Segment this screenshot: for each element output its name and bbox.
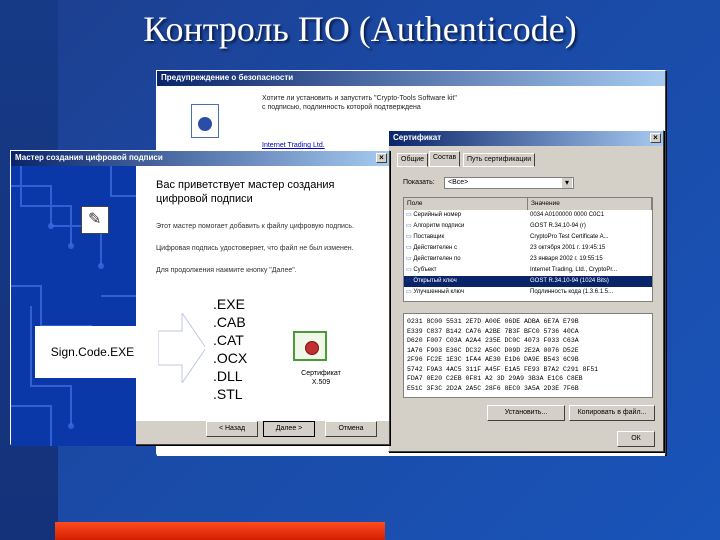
- table-row[interactable]: Алгоритм подписиGOST R.34.10-94 (r): [404, 221, 652, 232]
- certificate-label-line1: Сертификат: [301, 370, 341, 377]
- certificate-label: Сертификат X.509: [281, 369, 361, 387]
- table-row[interactable]: Действителен по23 января 2002 г. 19:55:1…: [404, 254, 652, 265]
- row-field: Серийный номер: [404, 210, 528, 221]
- file-type-item: .CAB: [213, 314, 246, 330]
- file-type-item: .DLL: [213, 368, 243, 384]
- certificate-icon: [293, 331, 327, 361]
- ok-button[interactable]: ОК: [617, 431, 655, 447]
- hex-line: FDA7 0E20 C2EB 0F81 A2 3D 29A9 3B3A E1C6…: [407, 375, 583, 382]
- hex-line: 1A76 F903 E36C DC32 A50C D09D 2E2A 0076 …: [407, 346, 579, 354]
- hex-line: E339 C837 B142 CA76 A2BE 7B3F BFC0 5736 …: [407, 327, 579, 335]
- row-value: Internet Trading, Ltd., CryptoPr...: [530, 267, 618, 273]
- hex-line: 0231 8C00 5531 2E7D A00E 06DE ADBA 6E7A …: [407, 318, 579, 325]
- row-value: GOST R.34.10-94 (1024 Bits): [530, 278, 609, 284]
- wizard-window-title: Мастер создания цифровой подписи: [15, 153, 163, 162]
- publisher-link[interactable]: Internet Trading Ltd.: [262, 142, 325, 149]
- row-value: GOST R.34.10-94 (r): [530, 223, 586, 229]
- document-seal-icon: [191, 104, 219, 138]
- public-key-hex: 0231 8C00 5531 2E7D A00E 06DE ADBA 6E7A …: [403, 313, 653, 398]
- hex-line: D620 F007 C03A A2A4 235E DC0C 4073 F033 …: [407, 337, 579, 344]
- signcode-label-box: Sign.Code.EXE: [35, 326, 150, 378]
- table-row-selected[interactable]: Открытый ключGOST R.34.10-94 (1024 Bits): [404, 276, 652, 287]
- next-button[interactable]: Далее >: [263, 421, 315, 437]
- row-value: 23 января 2002 г. 19:55:15: [530, 256, 603, 262]
- row-field: Открытый ключ: [404, 276, 528, 287]
- wizard-window-titlebar: Мастер создания цифровой подписи ×: [11, 151, 389, 166]
- hex-line: 5742 F9A3 4AC5 311F A45F E1A5 FE93 B7A2 …: [407, 365, 599, 373]
- tab-general[interactable]: Общие: [397, 153, 429, 167]
- table-row[interactable]: Улучшенный ключПодлинность кода (1.3.6.1…: [404, 287, 652, 298]
- table-row[interactable]: ПоставщикCryptoPro Test Certificate A...: [404, 232, 652, 243]
- row-field: Действителен по: [404, 254, 528, 265]
- row-field: Улучшенный ключ: [404, 287, 528, 298]
- table-row[interactable]: Действителен с23 октября 2001 г. 19:45:1…: [404, 243, 652, 254]
- file-type-list: .EXE .CAB .CAT .OCX .DLL .STL: [213, 295, 247, 403]
- file-type-item: .EXE: [213, 296, 245, 312]
- row-value: CryptoPro Test Certificate A...: [530, 234, 609, 240]
- certificate-window: Сертификат × Общие Состав Путь сертифика…: [388, 130, 664, 452]
- table-row[interactable]: СубъектInternet Trading, Ltd., CryptoPr.…: [404, 265, 652, 276]
- column-header-field[interactable]: Поле: [404, 198, 528, 210]
- security-window-titlebar: Предупреждение о безопасности: [157, 71, 665, 86]
- row-field: Действителен с: [404, 243, 528, 254]
- wizard-heading: Вас приветствует мастер создания цифрово…: [156, 179, 335, 205]
- tab-certification-path[interactable]: Путь сертификации: [463, 153, 536, 167]
- install-certificate-button[interactable]: Установить...: [487, 405, 565, 421]
- show-select[interactable]: <Все>: [444, 177, 574, 189]
- certificate-label-line2: X.509: [311, 379, 331, 386]
- close-icon[interactable]: ×: [376, 153, 387, 163]
- slide-title: Контроль ПО (Authenticode): [143, 9, 577, 49]
- certificate-fields-table: Поле Значение Серийный номер0034 A010000…: [403, 197, 653, 302]
- wizard-text-1: Этот мастер помогает добавить к файлу ци…: [156, 223, 354, 230]
- slide-decoration-bottom: [55, 522, 385, 540]
- wizard-text-3: Для продолжения нажмите кнопку "Далее".: [156, 267, 297, 274]
- copy-to-file-button[interactable]: Копировать в файл...: [569, 405, 655, 421]
- row-value: 0034 A0100000 0000 C0C1: [530, 212, 605, 218]
- tab-details[interactable]: Состав: [429, 151, 461, 167]
- wizard-banner: [11, 166, 136, 446]
- row-value: Подлинность кода (1.3.6.1.5...: [530, 289, 614, 295]
- table-row[interactable]: Серийный номер0034 A0100000 0000 C0C1: [404, 210, 652, 221]
- row-value: 23 октября 2001 г. 19:45:15: [530, 245, 606, 251]
- row-field: Алгоритм подписи: [404, 221, 528, 232]
- signed-document-icon: [81, 206, 109, 234]
- close-icon[interactable]: ×: [650, 133, 661, 143]
- wizard-text-2: Цифровая подпись удостоверяет, что файл …: [156, 245, 354, 252]
- file-type-item: .STL: [213, 386, 243, 402]
- row-field: Поставщик: [404, 232, 528, 243]
- cancel-button[interactable]: Отмена: [325, 421, 377, 437]
- file-type-item: .CAT: [213, 332, 244, 348]
- hex-line: E51C 3F3C 2D2A 2A5C 28F6 8EC0 3A5A 2D3E …: [407, 384, 579, 392]
- file-type-item: .OCX: [213, 350, 248, 366]
- circuit-pattern-decoration: [11, 166, 136, 446]
- show-label: Показать:: [403, 179, 435, 186]
- certificate-window-titlebar: Сертификат ×: [389, 131, 663, 146]
- table-header: Поле Значение: [404, 198, 652, 210]
- column-header-value[interactable]: Значение: [528, 198, 652, 210]
- hex-line: 2F96 FC2E 1E3C 1FA4 AE30 E1D6 DA9E B543 …: [407, 356, 579, 363]
- arrow-right-icon: [158, 313, 207, 383]
- back-button[interactable]: < Назад: [206, 421, 258, 437]
- row-field: Субъект: [404, 265, 528, 276]
- file-types-box: .EXE .CAB .CAT .OCX .DLL .STL Сертификат…: [205, 293, 367, 415]
- certificate-window-title: Сертификат: [393, 133, 442, 142]
- security-message: Хотите ли установить и запустить "Crypto…: [262, 95, 457, 111]
